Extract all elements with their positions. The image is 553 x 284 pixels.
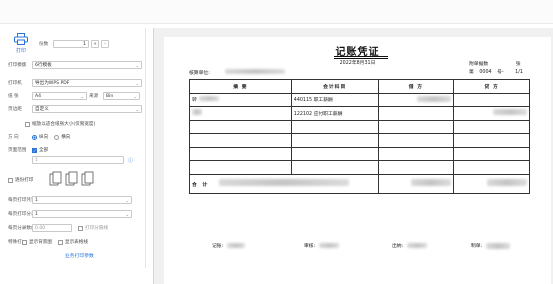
chevron-down-icon: ⌄: [135, 80, 139, 86]
chevron-down-icon: ⌄: [125, 197, 129, 203]
landscape-option[interactable]: 横向: [54, 134, 70, 140]
template-select[interactable]: 6行模板 ⌄: [32, 61, 142, 69]
redacted-summary: [198, 96, 219, 102]
total-label: 合 计: [192, 183, 210, 188]
landscape-radio[interactable]: [54, 134, 60, 140]
separator-checkbox[interactable]: [78, 225, 83, 231]
collate-label: 逐份打印: [15, 178, 34, 183]
portrait-option[interactable]: 纵向: [32, 134, 48, 140]
redacted-unit: [225, 69, 286, 74]
copies-input[interactable]: 1: [53, 40, 89, 48]
printer-icon: [14, 32, 28, 45]
print-button[interactable]: 打印: [9, 30, 33, 56]
all-pages-label: 全部: [39, 148, 49, 153]
paper-select[interactable]: A4 ⌄: [32, 92, 87, 100]
print-label: 打印: [15, 47, 26, 54]
collate-checkbox[interactable]: [8, 177, 13, 183]
paper-label: 纸 张: [8, 94, 19, 99]
shrink-checkbox[interactable]: [25, 121, 30, 127]
entries-input[interactable]: 0.00: [32, 224, 72, 232]
per-page-select[interactable]: 1 ⌄: [32, 196, 132, 204]
total-row: 合 计: [189, 173, 530, 194]
unit-label: 核算单位:: [189, 71, 210, 76]
chevron-down-icon: ⌄: [133, 93, 137, 99]
redacted-total-debit: [411, 179, 452, 186]
margin-label: 页边距: [8, 107, 22, 112]
header-debit: 借 方: [377, 79, 455, 94]
template-label: 打印模版: [8, 63, 27, 68]
background-label: 显示背景图: [29, 240, 52, 245]
copies-label: 份数: [39, 42, 49, 47]
row-account: 122102 应付职工薪酬: [290, 106, 379, 121]
maker-label: 制单:: [471, 244, 483, 249]
table-row: [189, 146, 530, 161]
page-range-input[interactable]: 1: [32, 156, 124, 164]
background-checkbox[interactable]: [22, 239, 27, 245]
print-settings-panel: 打印 份数 1 + - 打印模版 6行模板 ⌄ 打印机 导出为WPS PDF ⌄ 纸…: [5, 28, 146, 268]
redacted-bookkeeper: [227, 243, 246, 248]
reviewer-label: 审核:: [304, 244, 316, 249]
per-line-label: 每页打印分录数: [8, 212, 32, 217]
chevron-down-icon: ⌄: [125, 211, 129, 217]
table-lines-checkbox[interactable]: [57, 239, 63, 245]
bookkeeper-label: 记账:: [212, 244, 224, 249]
copies-decrement-button[interactable]: -: [101, 40, 109, 48]
voucher-page: 记账凭证 2022年8月31日 核算单位: 附单据数 张 第 0004 号- 1…: [164, 37, 551, 284]
redacted-debit: [417, 95, 452, 102]
entries-label: 每页分录数(mm): [8, 226, 32, 231]
redacted-total-words: [218, 179, 349, 186]
redacted-summary: [192, 109, 202, 116]
attach-unit: 张: [515, 62, 521, 67]
business-print-params-link[interactable]: 业务打印参数: [65, 252, 94, 259]
redacted-total-credit: [487, 179, 527, 186]
per-page-label: 每页打印凭证数: [8, 198, 32, 203]
number-suffix: 号-: [497, 70, 504, 75]
row-account: 440115 职工薪酬: [290, 92, 379, 107]
redacted-reviewer: [319, 243, 340, 248]
source-label: 来源: [89, 94, 99, 99]
printer-select[interactable]: 导出为WPS PDF ⌄: [32, 79, 142, 87]
collate-pages-icon: [49, 171, 94, 186]
voucher-table: 摘 要 会计科目 借 方 贷 方 转 440115 职工薪酬 122102 应付…: [189, 79, 530, 194]
title-underline: [334, 56, 388, 57]
special-print-label: 特殊打: [8, 240, 22, 245]
redacted-maker: [486, 242, 511, 249]
chevron-down-icon: ⌄: [135, 106, 139, 112]
header-summary: 摘 要: [189, 79, 292, 94]
chevron-down-icon: ⌄: [135, 62, 139, 68]
table-row: [189, 160, 530, 175]
chevron-down-icon: ⌄: [80, 93, 84, 99]
separator-label: 打印分隔线: [85, 226, 108, 231]
help-icon[interactable]: ⓘ: [128, 157, 133, 164]
direction-label: 方 向: [8, 135, 19, 140]
table-row: [189, 133, 530, 148]
source-select[interactable]: Bin ⌄: [103, 92, 140, 100]
number-label: 第: [469, 70, 474, 75]
margin-select[interactable]: 自定义 ⌄: [32, 105, 142, 113]
redacted-credit: [493, 109, 527, 116]
pages-label: 页面范围: [8, 148, 27, 153]
cashier-label: 出纳:: [392, 244, 404, 249]
table-row: 122102 应付职工薪酬: [189, 106, 530, 121]
voucher-number: 0004: [479, 70, 492, 75]
redacted-cashier: [407, 243, 428, 248]
copies-increment-button[interactable]: +: [91, 40, 99, 48]
header-account: 会计科目: [290, 79, 379, 94]
table-row: [189, 119, 530, 134]
attach-label: 附单据数: [469, 62, 489, 67]
portrait-radio[interactable]: [32, 134, 37, 140]
per-line-select[interactable]: 1 ⌄: [32, 210, 132, 218]
all-pages-checkbox[interactable]: ✓: [32, 147, 37, 153]
top-bar: [0, 0, 553, 24]
page-fraction: 1/1: [515, 70, 523, 75]
collate-illustration: [49, 170, 95, 188]
printer-label: 打印机: [8, 81, 22, 86]
print-preview-area: 记账凭证 2022年8月31日 核算单位: 附单据数 张 第 0004 号- 1…: [153, 28, 553, 284]
table-row: 转 440115 职工薪酬: [189, 92, 530, 107]
shrink-label: 缩放以适合纸张大小(仅限宽度): [32, 122, 96, 127]
table-lines-label: 显示表格线: [64, 240, 88, 245]
header-credit: 贷 方: [453, 79, 530, 94]
row-summary: 转: [192, 98, 197, 104]
